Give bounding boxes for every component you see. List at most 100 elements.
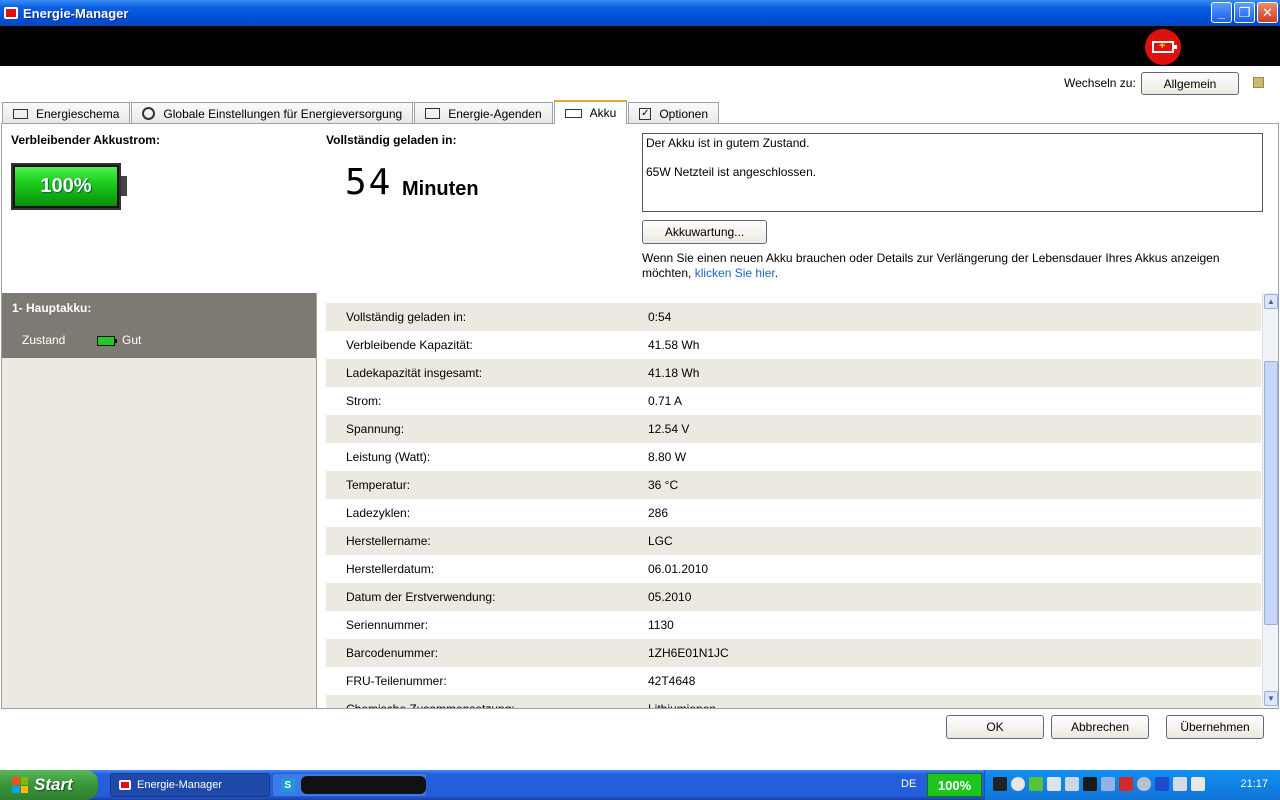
energy-manager-icon bbox=[119, 780, 131, 790]
switch-label: Wechseln zu: bbox=[1064, 76, 1136, 90]
scroll-thumb[interactable] bbox=[1264, 361, 1278, 625]
tab-options[interactable]: ✓ Optionen bbox=[628, 102, 720, 124]
start-button[interactable]: Start bbox=[0, 770, 98, 800]
window-title: Energie-Manager bbox=[23, 5, 129, 21]
volume-icon[interactable] bbox=[1137, 777, 1151, 791]
row-value: 0.71 A bbox=[648, 394, 683, 408]
start-label: Start bbox=[34, 775, 73, 794]
windows-logo-icon bbox=[12, 777, 28, 793]
table-row: Barcodenummer: 1ZH6E01N1JC bbox=[326, 639, 1261, 667]
row-key: Ladezyklen: bbox=[346, 506, 411, 520]
row-key: Chemische Zusammensetzung: bbox=[346, 702, 515, 708]
scroll-down-button[interactable]: ▼ bbox=[1264, 691, 1278, 706]
row-key: Strom: bbox=[346, 394, 382, 408]
tab-label: Optionen bbox=[659, 106, 709, 121]
gear-icon bbox=[142, 107, 156, 120]
row-key: Temperatur: bbox=[346, 478, 411, 492]
battery-level-fill: 100% bbox=[15, 167, 117, 206]
battery-state-value: Gut bbox=[122, 333, 142, 347]
battery-details-table: Vollständig geladen in: 0:54 Verbleibende … bbox=[319, 293, 1262, 708]
tab-label: Energieschema bbox=[36, 106, 120, 121]
table-row: Vollständig geladen in: 0:54 bbox=[326, 303, 1261, 331]
cancel-button[interactable]: Abbrechen bbox=[1051, 715, 1149, 739]
battery-info-text: Wenn Sie einen neuen Akku brauchen oder … bbox=[642, 251, 1242, 281]
table-row: FRU-Teilenummer: 42T4648 bbox=[326, 667, 1261, 695]
scheme-icon bbox=[13, 108, 28, 119]
status-line-adapter: 65W Netzteil ist angeschlossen. bbox=[646, 165, 817, 179]
row-value: 42T4648 bbox=[648, 674, 696, 688]
battery-state-label: Zustand bbox=[22, 333, 66, 347]
tab-energy-agendas[interactable]: Energie-Agenden bbox=[414, 102, 553, 124]
tab-label: Globale Einstellungen für Energieversorg… bbox=[163, 106, 403, 121]
signal-icon[interactable] bbox=[1065, 777, 1079, 791]
row-value: 8.80 W bbox=[648, 450, 687, 464]
table-row: Ladezyklen: 286 bbox=[326, 499, 1261, 527]
table-row: Seriennummer: 1130 bbox=[326, 611, 1261, 639]
battery-charging-icon: + bbox=[1145, 29, 1181, 65]
display-icon[interactable] bbox=[1173, 777, 1187, 791]
row-value: 12.54 V bbox=[648, 422, 690, 436]
wireless-icon[interactable] bbox=[1101, 777, 1115, 791]
details-scrollbar[interactable]: ▲ ▼ bbox=[1262, 293, 1278, 708]
apply-button[interactable]: Übernehmen bbox=[1166, 715, 1264, 739]
power-plug-icon[interactable] bbox=[993, 777, 1007, 791]
row-value: 41.58 Wh bbox=[648, 338, 700, 352]
table-row: Ladekapazität insgesamt: 41.18 Wh bbox=[326, 359, 1261, 387]
row-value: 1ZH6E01N1JC bbox=[648, 646, 729, 660]
status-line-health: Der Akku ist in gutem Zustand. bbox=[646, 136, 810, 150]
scroll-up-button[interactable]: ▲ bbox=[1264, 294, 1278, 309]
table-row: Herstellerdatum: 06.01.2010 bbox=[326, 555, 1261, 583]
row-key: Datum der Erstverwendung: bbox=[346, 590, 496, 604]
tray-icons bbox=[993, 777, 1205, 791]
tab-battery[interactable]: Akku bbox=[553, 100, 628, 124]
row-key: Herstellerdatum: bbox=[346, 562, 435, 576]
tab-global-settings[interactable]: Globale Einstellungen für Energieversorg… bbox=[131, 102, 414, 124]
network-icon[interactable] bbox=[1047, 777, 1061, 791]
help-icon[interactable] bbox=[1253, 77, 1264, 88]
tray-battery-gauge[interactable]: 100% bbox=[927, 773, 982, 797]
battery-level-indicator: 100% bbox=[11, 163, 121, 210]
click-here-link[interactable]: klicken Sie hier bbox=[695, 266, 775, 280]
row-value: 1130 bbox=[648, 618, 674, 632]
window-controls: _ ❐ ✕ bbox=[1211, 2, 1278, 23]
battery-maintenance-button[interactable]: Akkuwartung... bbox=[642, 220, 767, 244]
row-key: Seriennummer: bbox=[346, 618, 429, 632]
bluetooth-icon[interactable] bbox=[1155, 777, 1169, 791]
restore-button[interactable]: ❐ bbox=[1234, 2, 1255, 23]
switch-to-general-button[interactable]: Allgemein bbox=[1141, 72, 1239, 95]
battery-list-item-main[interactable]: 1- Hauptakku: Zustand Gut bbox=[2, 293, 316, 358]
row-key: FRU-Teilenummer: bbox=[346, 674, 447, 688]
row-value: 06.01.2010 bbox=[648, 562, 709, 576]
taskbar-item-energy-manager[interactable]: Energie-Manager bbox=[110, 773, 270, 797]
battery-title: 1- Hauptakku: bbox=[12, 301, 92, 315]
device-icon[interactable] bbox=[1191, 777, 1205, 791]
battery-cap bbox=[121, 176, 127, 196]
shield-check-icon[interactable] bbox=[1029, 777, 1043, 791]
header-banner: + bbox=[0, 26, 1280, 66]
row-key: Barcodenummer: bbox=[346, 646, 439, 660]
battery-list-pane: 1- Hauptakku: Zustand Gut bbox=[2, 293, 317, 708]
computer-icon[interactable] bbox=[1083, 777, 1097, 791]
close-button[interactable]: ✕ bbox=[1257, 2, 1278, 23]
tab-label: Energie-Agenden bbox=[448, 106, 542, 121]
clock[interactable]: 21:17 bbox=[1240, 778, 1268, 790]
app-icon bbox=[4, 7, 18, 19]
minimize-button[interactable]: _ bbox=[1211, 2, 1232, 23]
back-arrow-icon[interactable] bbox=[1011, 777, 1025, 791]
language-indicator[interactable]: DE bbox=[901, 778, 916, 790]
table-row: Spannung: 12.54 V bbox=[326, 415, 1261, 443]
row-key: Leistung (Watt): bbox=[346, 450, 431, 464]
ok-button[interactable]: OK bbox=[946, 715, 1044, 739]
row-key: Vollständig geladen in: bbox=[346, 310, 467, 324]
full-charge-digits: 54 bbox=[345, 162, 393, 203]
table-row: Herstellername: LGC bbox=[326, 527, 1261, 555]
table-row: Datum der Erstverwendung: 05.2010 bbox=[326, 583, 1261, 611]
table-row: Temperatur: 36 °C bbox=[326, 471, 1261, 499]
tab-energy-scheme[interactable]: Energieschema bbox=[2, 102, 131, 124]
security-icon[interactable] bbox=[1119, 777, 1133, 791]
skype-icon: S bbox=[281, 778, 295, 792]
redacted-label bbox=[300, 776, 426, 794]
taskbar-item-redacted[interactable]: S bbox=[272, 773, 427, 797]
battery-health-icon bbox=[97, 336, 117, 346]
checkbox-icon: ✓ bbox=[639, 107, 652, 120]
